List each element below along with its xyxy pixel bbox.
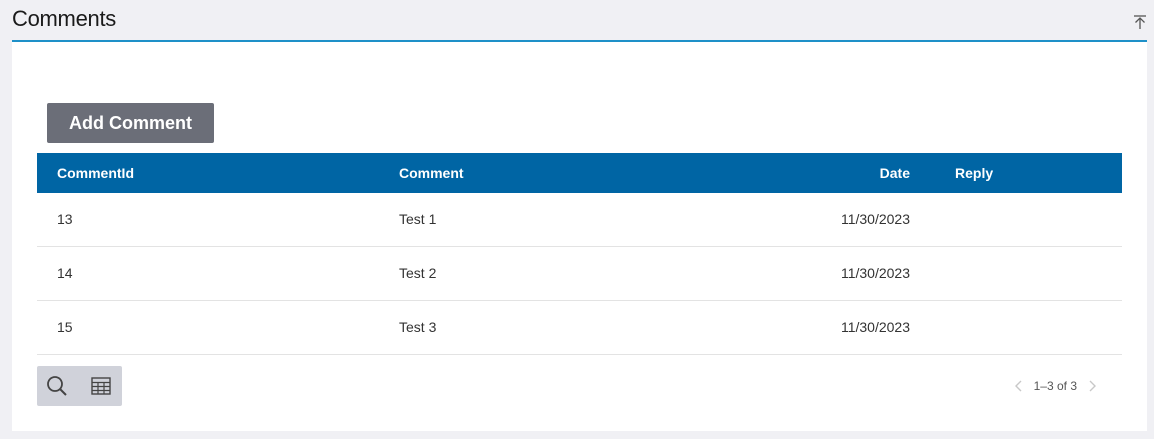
pager: 1–3 of 3 <box>1004 366 1107 406</box>
cell-date: 11/30/2023 <box>840 319 910 335</box>
chevron-right-icon[interactable] <box>1085 379 1099 393</box>
table-grid-icon[interactable] <box>89 374 113 398</box>
table-row[interactable]: 13 Test 1 11/30/2023 <box>37 193 1122 247</box>
table-row[interactable]: 15 Test 3 11/30/2023 <box>37 301 1122 355</box>
cell-date: 11/30/2023 <box>840 265 910 281</box>
grid-header: CommentId Comment Date Reply <box>37 153 1122 193</box>
cell-commentid: 13 <box>57 211 73 227</box>
column-header-reply[interactable]: Reply <box>955 153 993 193</box>
cell-comment: Test 1 <box>399 211 437 227</box>
cell-comment: Test 3 <box>399 319 437 335</box>
chevron-left-icon[interactable] <box>1012 379 1026 393</box>
comments-grid: CommentId Comment Date Reply 13 Test 1 1… <box>37 153 1122 355</box>
cell-commentid: 14 <box>57 265 73 281</box>
column-header-commentid[interactable]: CommentId <box>57 153 134 193</box>
comments-panel: Add Comment CommentId Comment Date Reply… <box>12 42 1147 431</box>
table-row[interactable]: 14 Test 2 11/30/2023 <box>37 247 1122 301</box>
search-icon[interactable] <box>45 374 69 398</box>
add-comment-button[interactable]: Add Comment <box>47 103 214 143</box>
section-header: Comments <box>12 0 1147 42</box>
cell-comment: Test 2 <box>399 265 437 281</box>
grid-toolbar <box>37 366 122 406</box>
cell-commentid: 15 <box>57 319 73 335</box>
collapse-up-icon[interactable] <box>1133 14 1147 30</box>
pager-range: 1–3 of 3 <box>1033 379 1077 393</box>
cell-date: 11/30/2023 <box>840 211 910 227</box>
column-header-date[interactable]: Date <box>880 153 910 193</box>
column-header-comment[interactable]: Comment <box>399 153 464 193</box>
section-title: Comments <box>12 6 116 31</box>
